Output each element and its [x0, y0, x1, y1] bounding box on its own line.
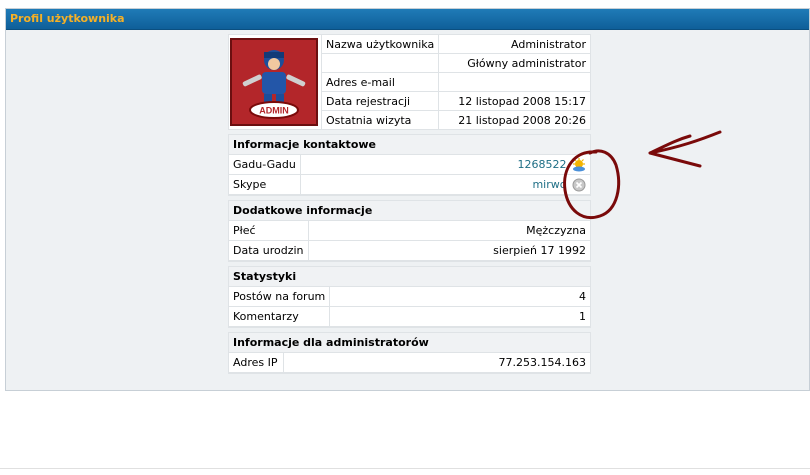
admin-section: Informacje dla administratorów Adres IP … [228, 332, 591, 374]
avatar-badge-text: ADMIN [259, 106, 289, 116]
avatar: ADMIN [230, 38, 318, 126]
profile-content: ADMIN Nazwa użytkownika Administrator Gł… [228, 34, 591, 374]
comments-value: 1 [330, 307, 590, 326]
birthdate-value: sierpień 17 1992 [308, 241, 590, 260]
last-visit-label: Ostatnia wizyta [322, 111, 439, 129]
admin-section-title: Informacje dla administratorów [229, 333, 590, 352]
skype-offline-icon[interactable] [572, 178, 586, 192]
email-label: Adres e-mail [322, 73, 439, 91]
gender-value: Mężczyzna [308, 221, 590, 240]
avatar-cell: ADMIN [229, 35, 321, 129]
gadu-sun-status-icon[interactable] [572, 157, 586, 172]
extra-section: Dodatkowe informacje Płeć Mężczyzna Data… [228, 200, 591, 262]
email-value [439, 73, 590, 91]
admin-mechanic-icon: ADMIN [242, 50, 306, 119]
gadu-label: Gadu-Gadu [229, 155, 301, 174]
last-visit-value: 21 listopad 2008 20:26 [439, 111, 590, 129]
panel-header: Profil użytkownika [6, 9, 809, 30]
ip-label: Adres IP [229, 353, 284, 372]
skype-label: Skype [229, 175, 301, 194]
posts-label: Postów na forum [229, 287, 331, 306]
skype-name-link[interactable]: mirwo [532, 178, 566, 191]
username-label: Nazwa użytkownika [322, 35, 439, 53]
username-value: Administrator [439, 35, 590, 53]
rank-label [322, 54, 439, 72]
registration-value: 12 listopad 2008 15:17 [439, 92, 590, 110]
registration-label: Data rejestracji [322, 92, 439, 110]
stats-section-title: Statystyki [229, 267, 590, 286]
contact-section: Informacje kontaktowe Gadu-Gadu 1268522 [228, 134, 591, 196]
gender-label: Płeć [229, 221, 309, 240]
gadu-number-link[interactable]: 1268522 [518, 158, 567, 171]
user-info-table: ADMIN Nazwa użytkownika Administrator Gł… [228, 34, 591, 130]
panel-title: Profil użytkownika [10, 12, 125, 25]
contact-section-title: Informacje kontaktowe [229, 135, 590, 154]
stats-section: Statystyki Postów na forum 4 Komentarzy … [228, 266, 591, 328]
extra-section-title: Dodatkowe informacje [229, 201, 590, 220]
birthdate-label: Data urodzin [229, 241, 309, 260]
footer-divider [0, 468, 810, 469]
posts-value: 4 [330, 287, 590, 306]
ip-value: 77.253.154.163 [284, 353, 590, 372]
comments-label: Komentarzy [229, 307, 331, 326]
rank-value: Główny administrator [439, 54, 590, 72]
